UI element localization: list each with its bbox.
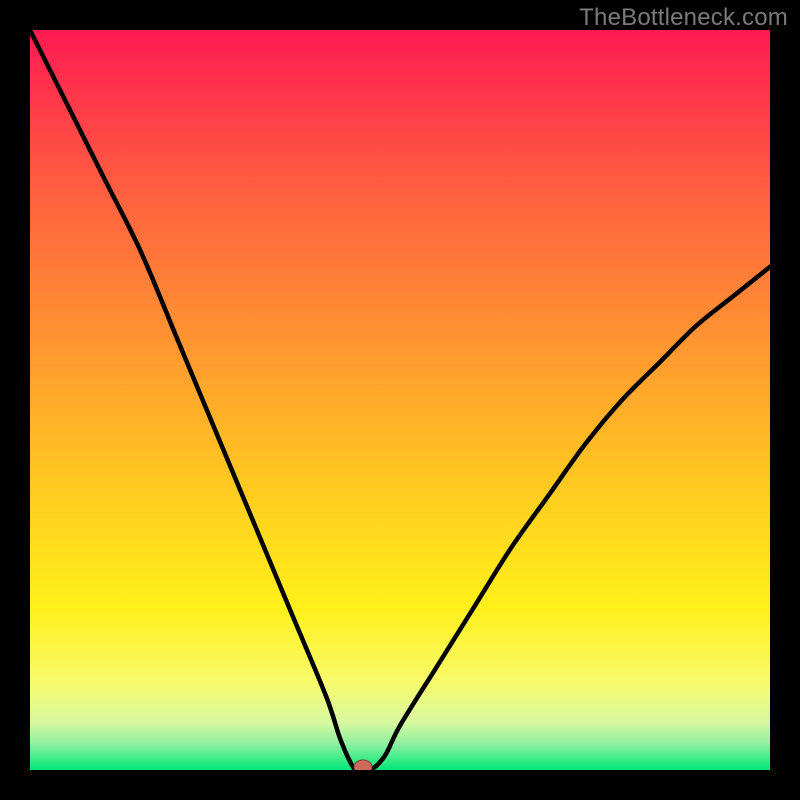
curve-svg: [30, 30, 770, 770]
chart-frame: TheBottleneck.com: [0, 0, 800, 800]
bottleneck-curve-path: [30, 30, 770, 770]
watermark-text: TheBottleneck.com: [579, 4, 788, 32]
marker-dot: [354, 760, 372, 770]
plot-area: [30, 30, 770, 770]
